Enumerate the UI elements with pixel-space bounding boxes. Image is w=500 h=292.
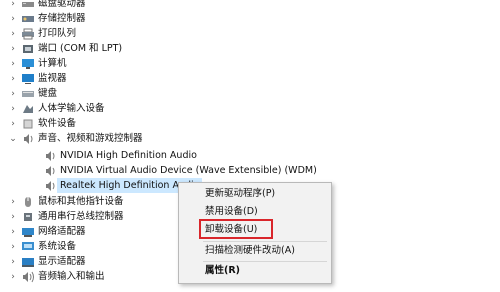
- speaker-icon: [43, 150, 57, 162]
- menu-item-properties[interactable]: 属性(R): [179, 263, 331, 279]
- tree-item-label: 人体学输入设备: [38, 103, 105, 114]
- tree-item-label: 系统设备: [38, 241, 77, 252]
- chevron-right-icon[interactable]: ›: [8, 0, 18, 11]
- menu-separator: [203, 241, 327, 242]
- chevron-right-icon[interactable]: ›: [8, 209, 18, 224]
- tree-item-label: 键盘: [38, 88, 58, 99]
- tree-item-label: 网络适配器: [38, 226, 86, 237]
- chevron-right-icon[interactable]: ›: [8, 56, 18, 71]
- hid-icon: [21, 103, 35, 115]
- network-adapter-icon: [21, 226, 35, 238]
- tree-item-ports[interactable]: › 端口 (COM 和 LPT): [8, 41, 122, 56]
- usb-icon: [21, 211, 35, 223]
- tree-item-sound-controllers[interactable]: ⌄ 声音、视频和游戏控制器: [8, 131, 143, 146]
- chevron-right-icon[interactable]: ›: [8, 254, 18, 269]
- computer-icon: [21, 58, 35, 70]
- tree-item-storage-controllers[interactable]: › 存储控制器: [8, 11, 86, 26]
- tree-item-usb-controllers[interactable]: › 通用串行总线控制器: [8, 209, 124, 224]
- tree-item-label: 打印队列: [38, 28, 77, 39]
- monitor-icon: [21, 73, 35, 85]
- menu-item-update-driver[interactable]: 更新驱动程序(P): [179, 186, 331, 202]
- software-device-icon: [21, 118, 35, 130]
- tree-item-hid[interactable]: › 人体学输入设备: [8, 101, 105, 116]
- tree-item-disk-drives[interactable]: › 磁盘驱动器: [8, 0, 86, 11]
- tree-item-label: 通用串行总线控制器: [38, 211, 124, 222]
- tree-item-computer[interactable]: › 计算机: [8, 56, 67, 71]
- chevron-right-icon[interactable]: ›: [8, 224, 18, 239]
- chevron-right-icon[interactable]: ›: [8, 194, 18, 209]
- chevron-down-icon[interactable]: ⌄: [8, 131, 18, 146]
- printer-icon: [21, 28, 35, 40]
- disk-drive-icon: [21, 0, 35, 10]
- mouse-icon: [21, 196, 35, 208]
- context-menu: 更新驱动程序(P) 禁用设备(D) 卸载设备(U) 扫描检测硬件改动(A) 属性…: [178, 182, 332, 284]
- menu-separator: [203, 261, 327, 262]
- tree-item-label: 声音、视频和游戏控制器: [38, 133, 143, 144]
- chevron-right-icon[interactable]: ›: [8, 41, 18, 56]
- tree-item-label: 鼠标和其他指针设备: [38, 196, 124, 207]
- tree-item-display-adapters[interactable]: › 显示适配器: [8, 254, 86, 269]
- tree-item-software-devices[interactable]: › 软件设备: [8, 116, 76, 131]
- tree-item-label: 软件设备: [38, 118, 77, 129]
- display-adapter-icon: [21, 256, 35, 268]
- tree-item-label: NVIDIA Virtual Audio Device (Wave Extens…: [60, 165, 317, 176]
- system-device-icon: [21, 241, 35, 253]
- storage-controller-icon: [21, 13, 35, 25]
- tree-item-monitors[interactable]: › 监视器: [8, 71, 67, 86]
- tree-item-keyboards[interactable]: › 键盘: [8, 86, 57, 101]
- highlight-box: [199, 219, 273, 239]
- menu-item-scan-hardware[interactable]: 扫描检测硬件改动(A): [179, 243, 331, 259]
- tree-item-label: 监视器: [38, 73, 67, 84]
- tree-item-mice[interactable]: › 鼠标和其他指针设备: [8, 194, 124, 209]
- keyboard-icon: [21, 88, 35, 100]
- audio-io-icon: [21, 271, 35, 283]
- tree-item-label: 音频输入和输出: [38, 271, 105, 282]
- menu-item-disable-device[interactable]: 禁用设备(D): [179, 204, 331, 220]
- speaker-icon: [43, 165, 57, 177]
- tree-item-label: 显示适配器: [38, 256, 86, 267]
- tree-item-label: 计算机: [38, 58, 67, 69]
- tree-item-label: 存储控制器: [38, 13, 86, 24]
- speaker-icon: [43, 180, 57, 192]
- tree-item-nvidia-hd-audio[interactable]: NVIDIA High Definition Audio: [40, 148, 197, 163]
- tree-item-nvidia-virtual-audio[interactable]: NVIDIA Virtual Audio Device (Wave Extens…: [40, 163, 317, 178]
- tree-item-label: 端口 (COM 和 LPT): [38, 43, 123, 54]
- chevron-right-icon[interactable]: ›: [8, 116, 18, 131]
- chevron-right-icon[interactable]: ›: [8, 269, 18, 284]
- tree-item-network-adapters[interactable]: › 网络适配器: [8, 224, 86, 239]
- chevron-right-icon[interactable]: ›: [8, 26, 18, 41]
- chevron-right-icon[interactable]: ›: [8, 101, 18, 116]
- chevron-right-icon[interactable]: ›: [8, 239, 18, 254]
- tree-item-label: NVIDIA High Definition Audio: [60, 150, 197, 161]
- port-icon: [21, 43, 35, 55]
- tree-item-system-devices[interactable]: › 系统设备: [8, 239, 76, 254]
- tree-item-label: 磁盘驱动器: [38, 0, 86, 9]
- tree-item-audio-io[interactable]: › 音频输入和输出: [8, 269, 105, 284]
- speaker-icon: [21, 133, 35, 145]
- chevron-right-icon[interactable]: ›: [8, 86, 18, 101]
- tree-item-print-queues[interactable]: › 打印队列: [8, 26, 76, 41]
- chevron-right-icon[interactable]: ›: [8, 71, 18, 86]
- chevron-right-icon[interactable]: ›: [8, 11, 18, 26]
